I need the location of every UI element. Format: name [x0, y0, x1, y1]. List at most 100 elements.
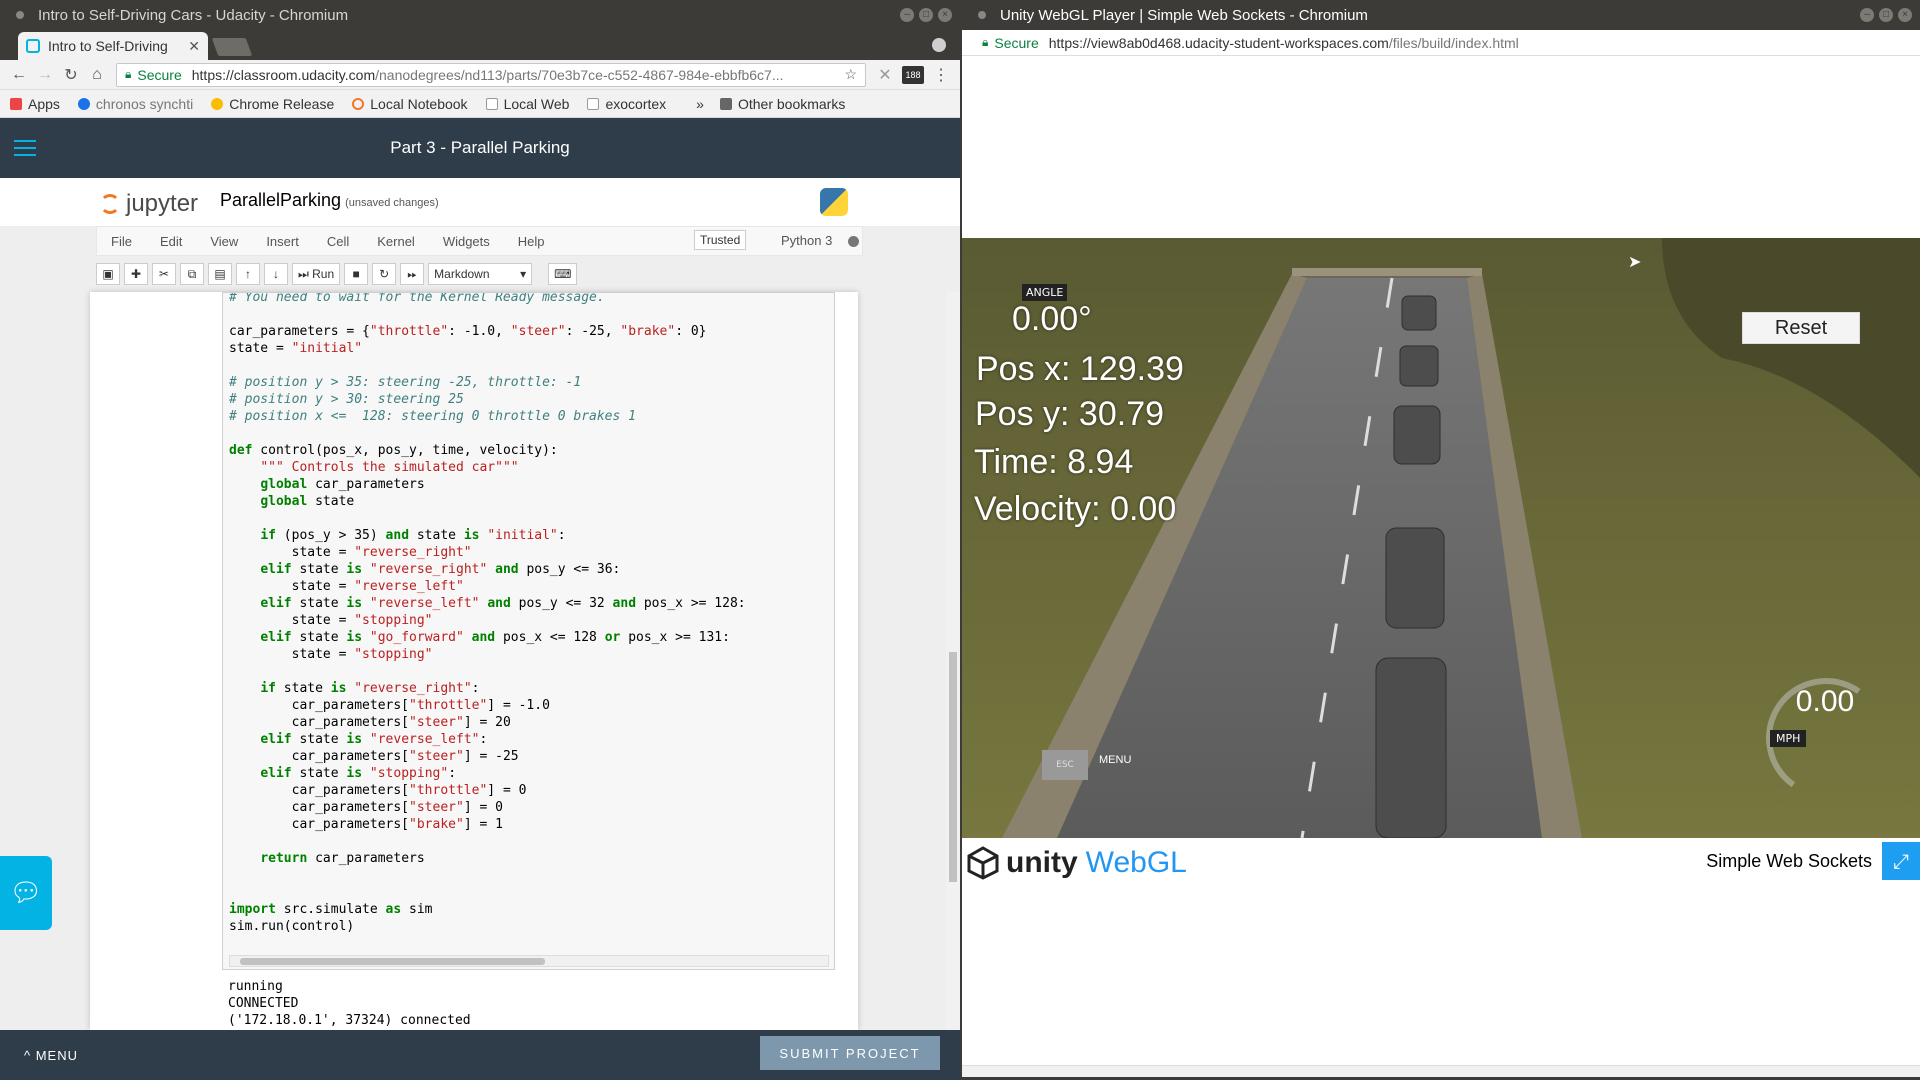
extension-badge-icon[interactable]: 188 [902, 65, 924, 84]
cell-type-select[interactable]: Markdown ▾ [428, 263, 533, 285]
lock-icon: 🔒︎ [125, 67, 132, 81]
tab-close-icon[interactable]: ✕ [188, 38, 200, 55]
udacity-header: Part 3 - Parallel Parking [0, 118, 960, 178]
bookmark-chrome-release[interactable]: Chrome Release [211, 96, 334, 112]
minimize-icon[interactable]: – [900, 8, 914, 22]
fullscreen-button[interactable]: ⤢ [1882, 842, 1920, 880]
add-cell-icon[interactable]: ✚ [124, 263, 148, 285]
page-icon [587, 97, 600, 110]
save-icon[interactable]: ▣ [96, 263, 120, 285]
angle-label: ANGLE [1022, 284, 1068, 301]
bookmark-star-icon[interactable]: ☆ [844, 66, 857, 83]
code-line: global car_parameters [260, 477, 425, 492]
hamburger-menu-icon[interactable] [14, 140, 36, 161]
code-line: elif state is "reverse_left" and pos_y <… [260, 596, 746, 611]
other-bookmarks[interactable]: Other bookmarks [719, 96, 845, 112]
code-line: elif state is "reverse_right" and pos_y … [260, 562, 621, 577]
jupyter-logo[interactable]: jupyter [100, 190, 198, 218]
output-line: running [228, 979, 283, 994]
paste-icon[interactable]: ▤ [208, 263, 232, 285]
scrollbar-thumb[interactable] [949, 652, 957, 882]
code-line: elif state is "reverse_left": [260, 732, 488, 747]
menu-widgets[interactable]: Widgets [443, 234, 490, 249]
bookmark-exocortex[interactable]: exocortex [587, 96, 666, 112]
jupyter-toolbar: ▣ ✚ ✂ ⧉ ▤ ↑ ↓ ⏭︎ Run ■ ↻ ⏩︎ Markdown ▾ ⌨ [96, 262, 578, 286]
maximize-icon[interactable]: □ [919, 8, 933, 22]
bookmark-local-notebook[interactable]: Local Notebook [352, 96, 468, 112]
window-menu-icon[interactable] [978, 11, 986, 19]
cut-icon[interactable]: ✂ [152, 263, 176, 285]
restart-icon[interactable]: ↻ [372, 263, 397, 285]
menu-help[interactable]: Help [518, 234, 545, 249]
jupyter-ring-icon [100, 194, 120, 214]
output-line: CONNECTED [228, 996, 299, 1011]
copy-icon[interactable]: ⧉ [180, 263, 204, 285]
reset-button[interactable]: Reset [1742, 312, 1860, 344]
back-icon[interactable]: ← [6, 66, 32, 84]
expand-icon: ⤢ [1893, 849, 1909, 873]
menu-cell[interactable]: Cell [327, 234, 349, 249]
menu-edit[interactable]: Edit [160, 234, 182, 249]
bookmark-chronos[interactable]: chronos synchti [77, 96, 193, 112]
menu-insert[interactable]: Insert [266, 234, 299, 249]
page-title: Simple Web Sockets [1706, 851, 1872, 871]
window-menu-icon[interactable] [16, 11, 24, 19]
url-host: https://view8ab0d468.udacity-student-wor… [1048, 34, 1389, 51]
code-line: state = "stopping" [229, 613, 433, 628]
bookmark-apps[interactable]: Apps [10, 96, 60, 112]
fast-forward-icon[interactable]: ⏩︎ [400, 263, 425, 285]
close-icon[interactable]: × [1898, 8, 1912, 22]
code-cell[interactable]: # You need to wait for the Kernel Ready … [222, 292, 835, 970]
forward-icon[interactable]: → [32, 66, 58, 84]
browser-tab[interactable]: Intro to Self-Driving ✕ [18, 32, 208, 60]
profile-icon[interactable] [932, 38, 946, 52]
cell-output: running CONNECTED ('172.18.0.1', 37324) co… [228, 978, 471, 1029]
submit-project-button[interactable]: SUBMIT PROJECT [760, 1036, 940, 1070]
code-line: car_parameters["throttle"] = 0 [229, 783, 527, 798]
address-bar[interactable]: 🔒︎ Secure https://classroom.udacity.com … [116, 62, 866, 87]
menu-view[interactable]: View [210, 234, 238, 249]
unity-game-canvas[interactable]: ANGLE 0.00° Pos x: 129.39 Pos y: 30.79 T… [962, 238, 1920, 838]
left-browser-window: Intro to Self-Driving Cars - Udacity - C… [0, 0, 960, 1080]
reload-icon[interactable]: ↻ [58, 65, 84, 85]
browser-menu-icon[interactable]: ⋮ [928, 65, 954, 85]
code-line: """ Controls the simulated car""" [260, 460, 519, 475]
address-bar[interactable]: 🔒︎ Secure https://view8ab0d468.udacity-s… [974, 30, 1908, 55]
esc-button[interactable]: ESC [1042, 750, 1088, 780]
chat-icon: 💬︎ [9, 878, 43, 908]
notebook-name[interactable]: ParallelParking (unsaved changes) [220, 190, 439, 211]
run-button[interactable]: ⏭︎ Run [292, 263, 341, 285]
menu-file[interactable]: File [111, 234, 132, 249]
url-path: /files/build/index.html [1388, 34, 1519, 51]
new-tab-button[interactable] [211, 38, 253, 56]
keyboard-icon[interactable]: ⌨ [548, 263, 578, 285]
minimize-icon[interactable]: – [1860, 8, 1874, 22]
move-down-icon[interactable]: ↓ [264, 263, 288, 285]
maximize-icon[interactable]: □ [1879, 8, 1893, 22]
speed-unit: MPH [1770, 730, 1807, 747]
chat-help-button[interactable]: 💬︎ [0, 856, 52, 930]
code-editor[interactable]: # You need to wait for the Kernel Ready … [229, 293, 746, 935]
footer-menu-button[interactable]: ^ MENU [24, 1048, 78, 1063]
close-icon[interactable]: × [938, 8, 952, 22]
code-line: car_parameters["steer"] = 20 [229, 715, 511, 730]
step-icon: ⏭︎ [298, 266, 313, 281]
horizontal-scrollbar[interactable] [962, 1065, 1920, 1077]
unity-footer: unity WebGL Simple Web Sockets ⤢ [962, 838, 1920, 888]
scrollbar-thumb[interactable] [240, 958, 545, 965]
stop-icon[interactable]: ■ [344, 263, 369, 285]
notebook-scrollbar[interactable] [946, 292, 960, 1030]
home-icon[interactable]: ⌂ [84, 66, 110, 84]
right-browser-window: Unity WebGL Player | Simple Web Sockets … [962, 0, 1920, 1077]
extension-pin-icon[interactable]: ✕ [872, 65, 898, 85]
bookmark-local-web[interactable]: Local Web [485, 96, 569, 112]
horizontal-scrollbar[interactable] [229, 955, 829, 967]
code-line: if state is "reverse_right": [260, 681, 480, 696]
toolbar: ← → ↻ ⌂ 🔒︎ Secure https://classroom.udac… [0, 60, 960, 90]
move-up-icon[interactable]: ↑ [236, 263, 260, 285]
trusted-indicator[interactable]: Trusted [694, 230, 747, 250]
menu-kernel[interactable]: Kernel [377, 234, 415, 249]
bookmarks-overflow-button[interactable]: » [696, 96, 704, 112]
